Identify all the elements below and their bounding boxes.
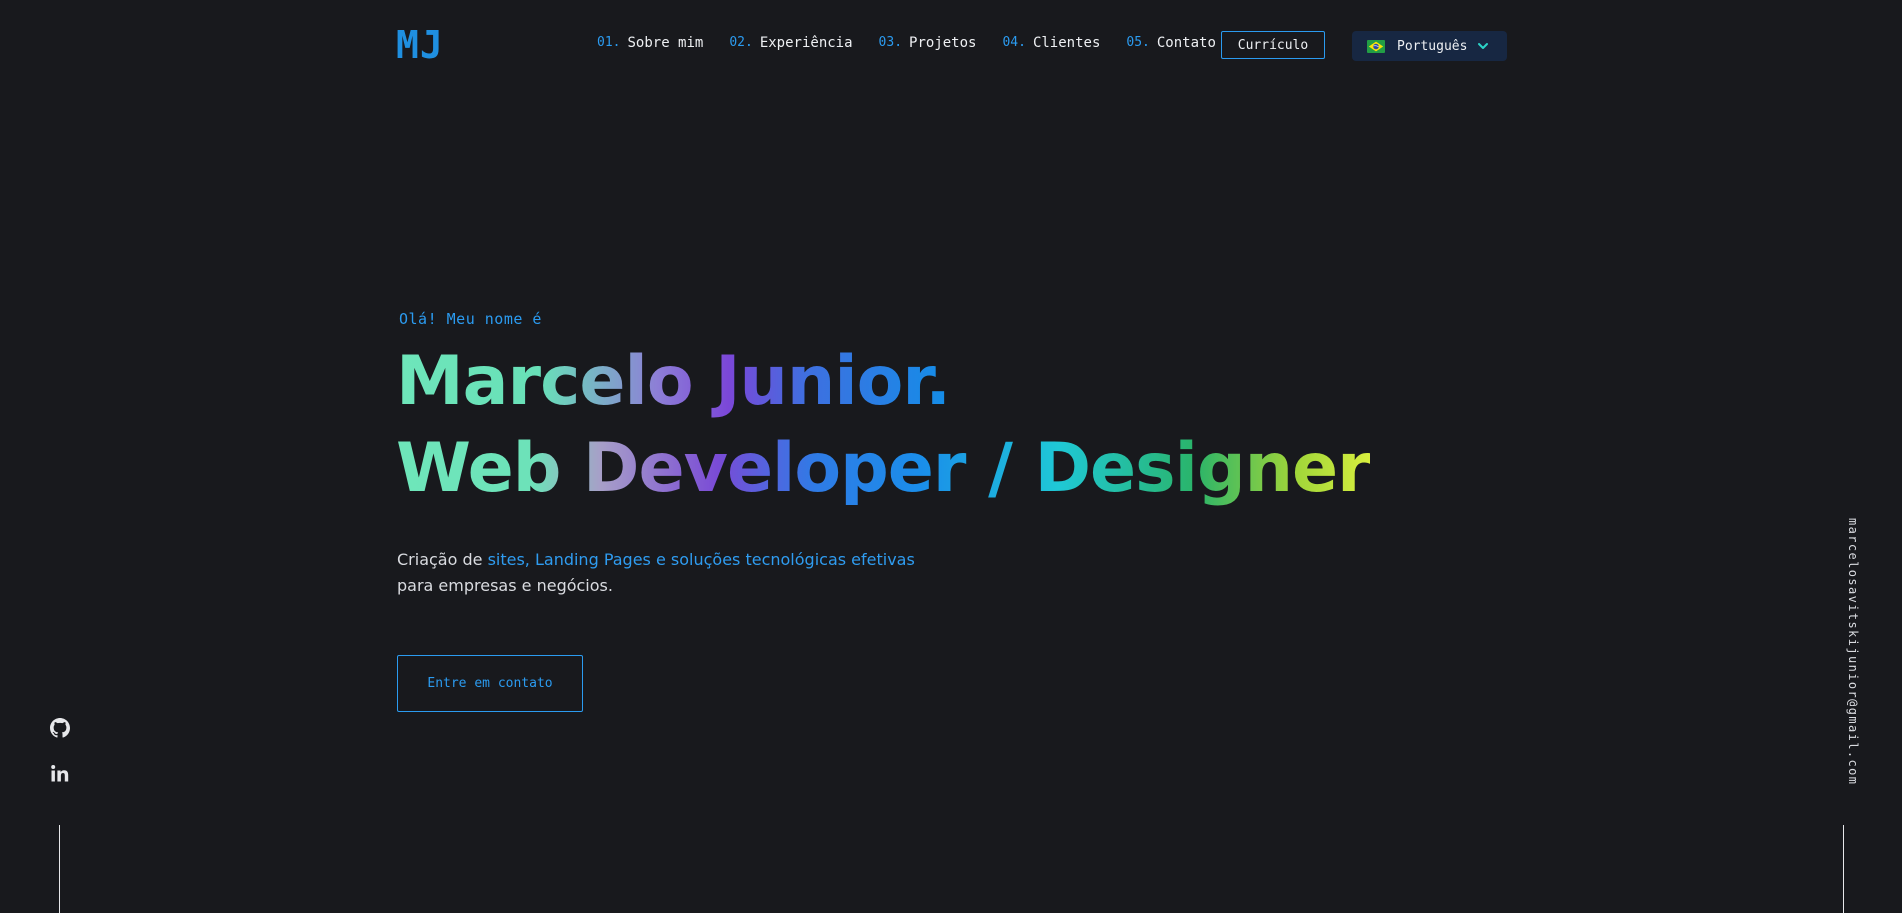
- description-suffix: para empresas e negócios.: [397, 576, 613, 595]
- description-highlight: sites, Landing Pages e soluções tecnológ…: [487, 550, 915, 569]
- main-nav: 01. Sobre mim 02. Experiência 03. Projet…: [597, 32, 1242, 54]
- right-rail-line: [1843, 825, 1844, 913]
- hero-greeting: Olá! Meu nome é: [399, 310, 542, 328]
- language-label: Português: [1397, 38, 1468, 54]
- nav-number: 03.: [878, 35, 903, 50]
- email-link[interactable]: marcelosavitskijunior@gmail.com: [1846, 518, 1860, 785]
- hero-name: Marcelo Junior.: [396, 342, 951, 421]
- chevron-down-icon: [1478, 43, 1489, 49]
- hero-role: Web Developer / Designer: [396, 429, 1371, 508]
- nav-label: Projetos: [909, 35, 977, 51]
- logo[interactable]: MJ: [396, 23, 444, 67]
- hero-name-line: Marcelo Junior.: [396, 341, 951, 423]
- nav-number: 02.: [729, 35, 753, 50]
- page: MJ 01. Sobre mim 02. Experiência 03. Pro…: [0, 0, 1902, 913]
- language-select[interactable]: Português: [1352, 31, 1507, 61]
- contact-button[interactable]: Entre em contato: [397, 655, 583, 712]
- nav-item-projetos[interactable]: 03. Projetos: [879, 32, 977, 54]
- hero-description: Criação de sites, Landing Pages e soluçõ…: [397, 547, 915, 599]
- nav-item-contato[interactable]: 05. Contato: [1126, 32, 1216, 54]
- resume-button[interactable]: Currículo: [1221, 31, 1325, 59]
- nav-label: Contato: [1156, 35, 1216, 51]
- nav-label: Clientes: [1032, 35, 1101, 51]
- nav-item-clientes[interactable]: 04. Clientes: [1002, 32, 1100, 54]
- brazil-flag-icon: [1367, 39, 1385, 53]
- nav-item-experiencia[interactable]: 02. Experiência: [729, 32, 852, 54]
- hero-role-line: Web Developer / Designer: [396, 428, 1371, 510]
- nav-label: Experiência: [759, 35, 853, 51]
- linkedin-icon[interactable]: [50, 764, 70, 784]
- nav-number: 01.: [597, 35, 621, 50]
- nav-item-sobre-mim[interactable]: 01. Sobre mim: [597, 32, 703, 54]
- github-icon[interactable]: [50, 718, 70, 738]
- description-prefix: Criação de: [397, 550, 488, 569]
- left-rail-line: [59, 825, 60, 913]
- nav-number: 05.: [1126, 35, 1150, 50]
- nav-number: 04.: [1002, 35, 1026, 50]
- nav-label: Sobre mim: [627, 35, 704, 51]
